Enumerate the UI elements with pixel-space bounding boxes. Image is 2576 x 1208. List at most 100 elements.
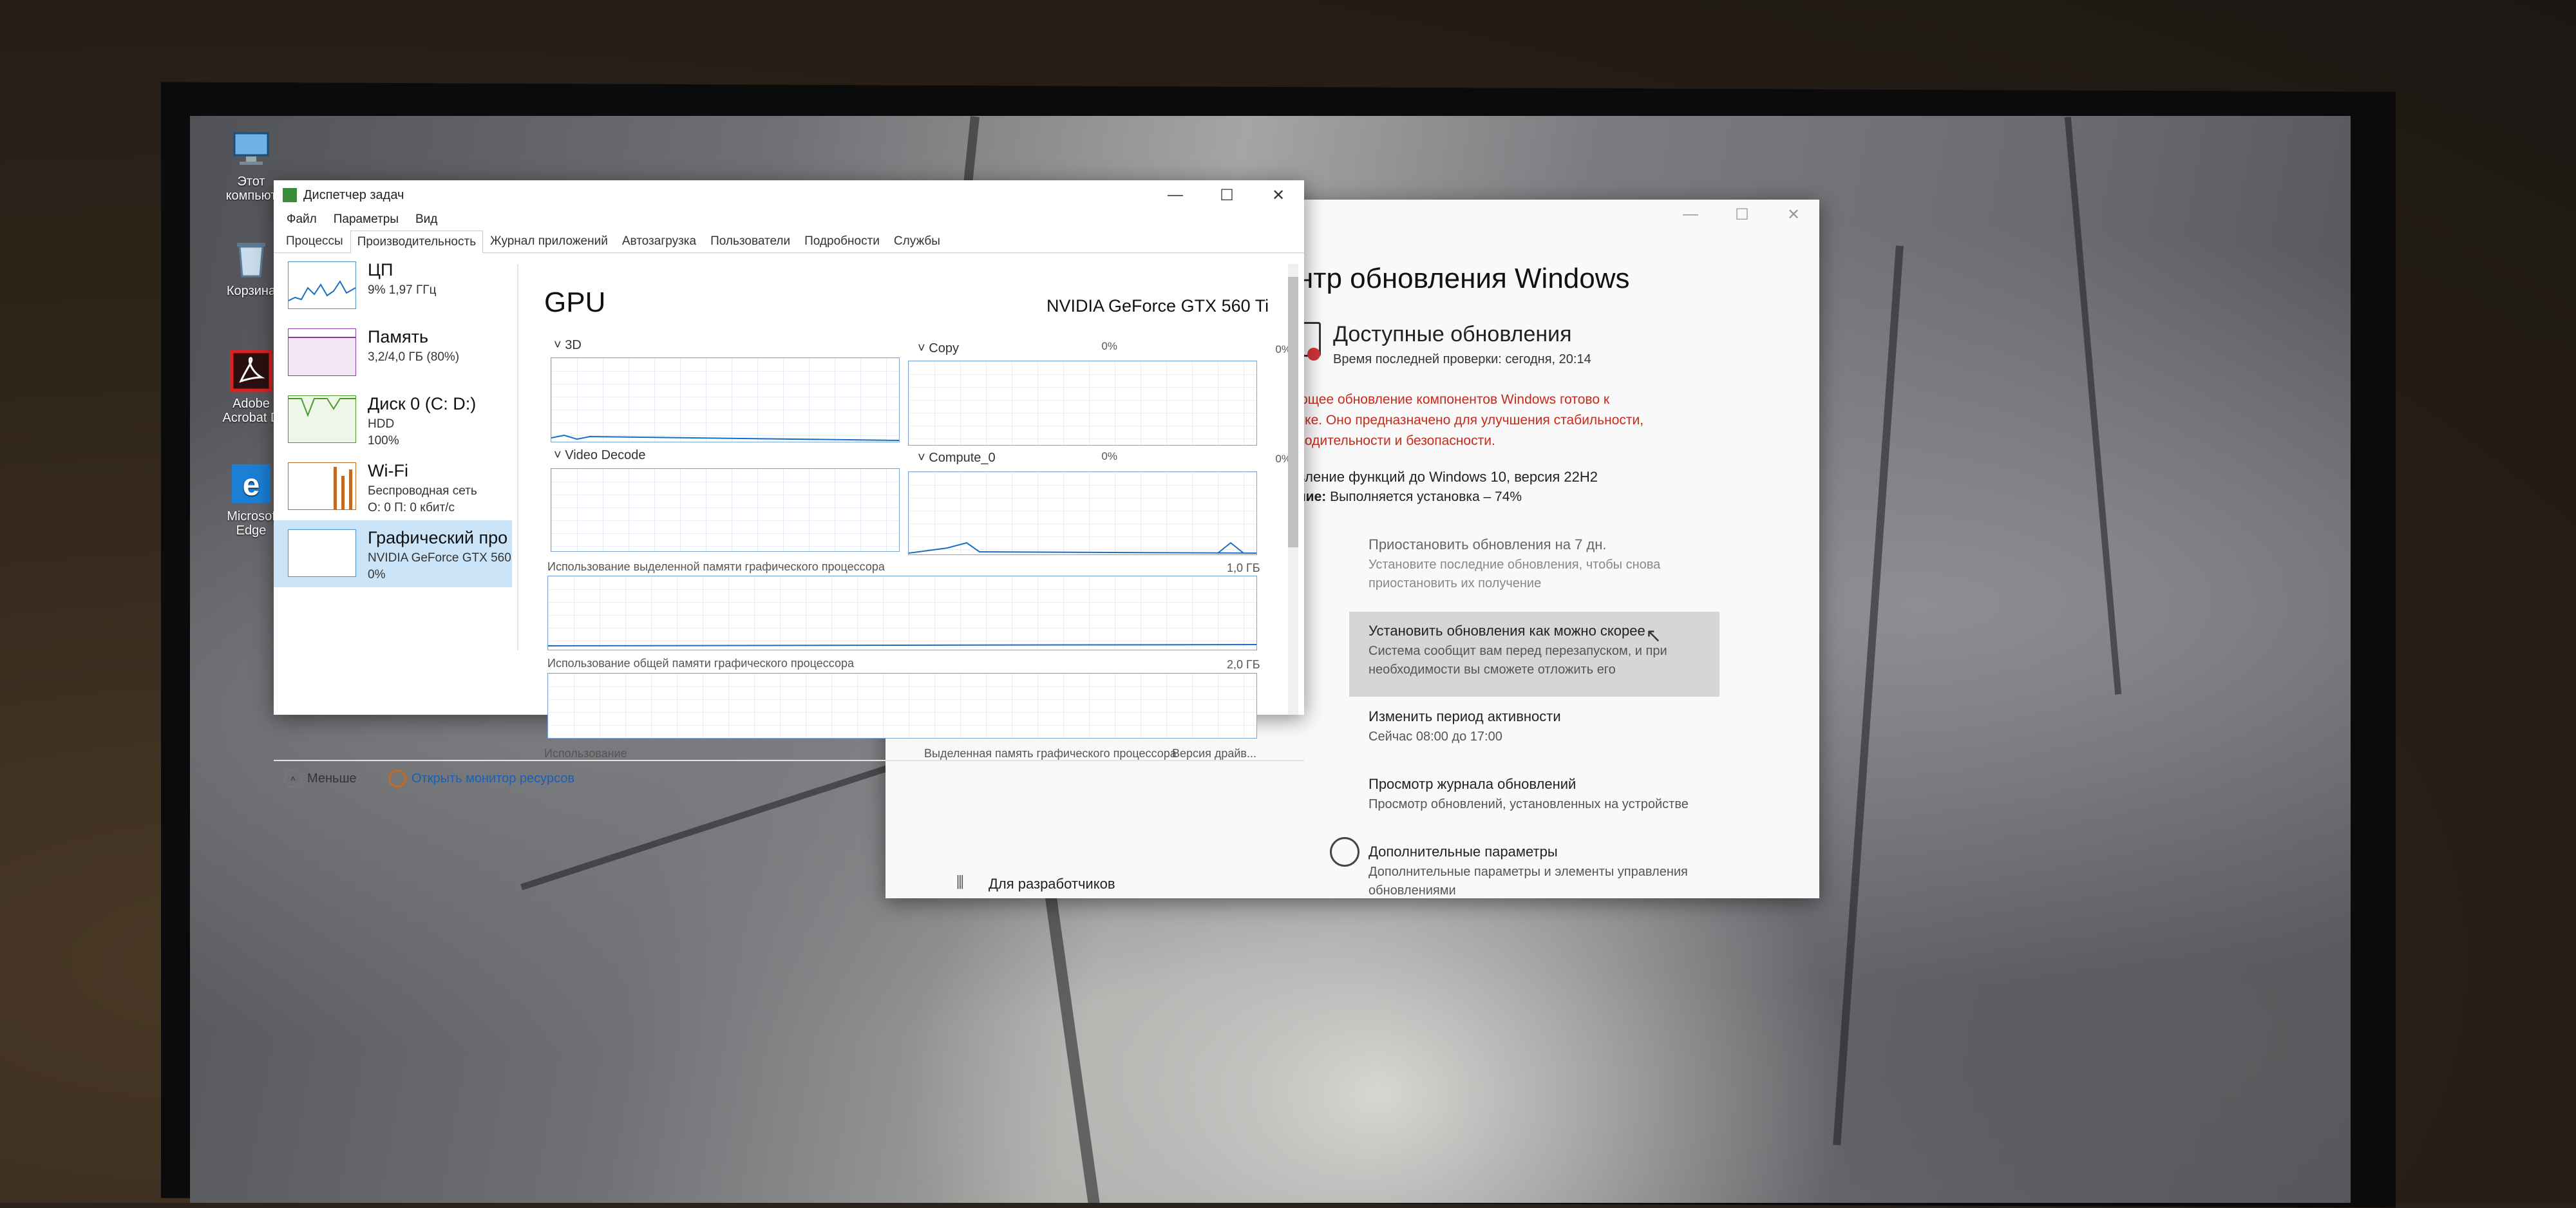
pause-updates-desc-1: Установите последние обновления, чтобы с… <box>1368 558 1661 572</box>
sidebar-item-detail: 3,2/4,0 ГБ (80%) <box>368 350 460 364</box>
disk-mini-graph <box>288 395 356 443</box>
install-asap-option[interactable]: Установить обновления как можно скорее <box>1368 623 1645 639</box>
fewer-details-button[interactable]: ˄ Меньше <box>284 769 357 788</box>
engine-compute-percent: 0% <box>1275 453 1291 465</box>
engine-copy-label[interactable]: ˅ Copy <box>918 341 959 356</box>
panel-scrollbar[interactable] <box>1288 264 1298 715</box>
engine-compute-graph <box>908 471 1257 555</box>
alert-badge-icon <box>1307 348 1320 361</box>
tab-performance[interactable]: Производительность <box>350 231 484 253</box>
menu-view[interactable]: Вид <box>415 212 437 227</box>
memory-fill <box>289 337 355 375</box>
computer-icon <box>228 126 274 172</box>
desktop-icon-label: Microsof Edge <box>227 509 276 538</box>
engine-compute-label[interactable]: ˅ Compute_0 <box>918 451 996 466</box>
feature-update-name: вление функций до Windows 10, версия 22H… <box>1298 469 1598 485</box>
dedicated-memory-label: Использование выделенной памяти графичес… <box>547 560 885 573</box>
minimize-icon[interactable]: — <box>1150 180 1201 210</box>
performance-sidebar: ЦП 9% 1,97 ГГц Память 3,2/4,0 ГБ (80%) Д… <box>274 252 512 697</box>
close-icon[interactable]: ✕ <box>1253 180 1304 210</box>
update-history-desc: Просмотр обновлений, установленных на ус… <box>1368 797 1689 811</box>
scrollbar-thumb[interactable] <box>1288 277 1298 547</box>
advanced-options-option[interactable]: Дополнительные параметры <box>1368 844 1558 860</box>
active-hours-option[interactable]: Изменить период активности <box>1368 708 1561 725</box>
sidebar-item-detail: NVIDIA GeForce GTX 560 <box>368 551 511 565</box>
tab-users[interactable]: Пользователи <box>703 230 797 252</box>
engine-video-decode-percent: 0% <box>1101 450 1117 462</box>
desktop: Этот компьют Корзина Adobe Acrobat D e M… <box>190 116 2351 1203</box>
wallpaper-crack <box>2064 117 2122 695</box>
wallpaper-crack <box>520 764 890 891</box>
minimize-icon[interactable]: — <box>1665 200 1716 229</box>
cpu-mini-graph <box>288 261 356 309</box>
maximize-icon[interactable]: ☐ <box>1201 180 1253 210</box>
update-window-controls: — ☐ ✕ <box>1665 200 1819 229</box>
shared-memory-max: 2,0 ГБ <box>1227 658 1260 671</box>
sidebar-item-detail: О: 0 П: 0 кбит/с <box>368 501 455 514</box>
menu-options[interactable]: Параметры <box>334 212 399 227</box>
maximize-icon[interactable]: ☐ <box>1716 200 1768 229</box>
shared-memory-label: Использование общей памяти графического … <box>547 657 855 670</box>
sidebar-item-detail: HDD <box>368 417 395 431</box>
mouse-cursor-icon: ↖ <box>1645 625 1662 646</box>
sidebar-item-disk[interactable]: Диск 0 (C: D:) HDD 100% <box>274 386 512 453</box>
dedicated-memory-max: 1,0 ГБ <box>1227 562 1260 574</box>
resource-monitor-icon <box>388 769 406 788</box>
engine-video-decode-graph <box>551 468 900 552</box>
chevron-up-icon: ˄ <box>284 769 302 788</box>
svg-text:e: e <box>243 468 260 502</box>
sidebar-item-gpu[interactable]: Графический про NVIDIA GeForce GTX 560 0… <box>274 520 512 587</box>
wifi-mini-graph <box>288 462 356 510</box>
open-resource-monitor-link[interactable]: Открыть монитор ресурсов <box>388 769 574 788</box>
sidebar-item-developers[interactable]: Для разработчиков <box>989 876 1115 892</box>
menu-file[interactable]: Файл <box>287 212 317 227</box>
sidebar-item-memory[interactable]: Память 3,2/4,0 ГБ (80%) <box>274 319 512 386</box>
advanced-options-desc-2: обновлениями <box>1368 883 1456 898</box>
sidebar-item-name: Wi-Fi <box>368 461 408 480</box>
footer-usage-label: Использование <box>544 747 627 760</box>
sidebar-item-name: Графический про <box>368 528 508 547</box>
desktop-icon-label: Этот компьют <box>225 175 277 203</box>
memory-mini-graph <box>288 328 356 376</box>
sidebar-divider <box>517 264 518 650</box>
footer-divider <box>274 760 1304 761</box>
sidebar-item-name: ЦП <box>368 260 393 279</box>
sidebar-item-cpu[interactable]: ЦП 9% 1,97 ГГц <box>274 252 512 319</box>
last-check-text: Время последней проверки: сегодня, 20:14 <box>1333 352 1591 366</box>
warning-line-1: ющее обновление компонентов Windows гото… <box>1298 392 1610 407</box>
footer-dedicated-label: Выделенная память графического процессор… <box>924 747 1177 760</box>
tab-processes[interactable]: Процессы <box>279 230 350 252</box>
resource-monitor-label: Открыть монитор ресурсов <box>412 771 575 786</box>
task-manager-window: Диспетчер задач — ☐ ✕ Файл Параметры Вид… <box>274 180 1304 788</box>
gpu-panel-title: GPU <box>544 287 606 318</box>
advanced-options-desc-1: Дополнительные параметры и элементы упра… <box>1368 865 1688 879</box>
engine-name: Video Decode <box>565 448 646 462</box>
install-asap-desc-2: необходимости вы сможете отложить его <box>1368 663 1616 677</box>
tab-app-history[interactable]: Журнал приложений <box>483 230 615 252</box>
sidebar-item-wifi[interactable]: Wi-Fi Беспроводная сеть О: 0 П: 0 кбит/с <box>274 453 512 520</box>
tab-details[interactable]: Подробности <box>797 230 887 252</box>
engine-3d-graph <box>551 357 900 442</box>
update-page-title: нтр обновления Windows <box>1298 263 1630 294</box>
sidebar-item-name: Диск 0 (C: D:) <box>368 394 477 413</box>
sidebar-item-detail: 100% <box>368 434 399 448</box>
task-manager-window-controls: — ☐ ✕ <box>1150 180 1304 210</box>
close-icon[interactable]: ✕ <box>1768 200 1819 229</box>
tab-services[interactable]: Службы <box>887 230 947 252</box>
task-manager-title: Диспетчер задач <box>303 187 404 202</box>
engine-video-decode-label[interactable]: ˅ Video Decode <box>554 448 646 463</box>
engine-3d-label[interactable]: ˅ 3D <box>554 338 582 353</box>
engine-name: Compute_0 <box>929 451 996 465</box>
wallpaper-crack <box>1833 245 1904 1146</box>
pause-updates-option[interactable]: Приостановить обновления на 7 дн. <box>1368 536 1607 553</box>
advanced-settings-icon <box>1330 837 1359 867</box>
tab-startup[interactable]: Автозагрузка <box>615 230 703 252</box>
update-history-option[interactable]: Просмотр журнала обновлений <box>1368 776 1576 793</box>
fewer-details-label: Меньше <box>307 771 357 786</box>
task-manager-menubar: Файл Параметры Вид <box>274 210 1304 229</box>
install-asap-desc-1: Система сообщит вам перед перезапуском, … <box>1368 644 1667 658</box>
warning-line-2: вке. Оно предназначено для улучшения ста… <box>1298 413 1644 428</box>
engine-name: 3D <box>565 338 582 352</box>
engine-name: Copy <box>929 341 959 355</box>
available-updates-heading: Доступные обновления <box>1333 322 1572 346</box>
